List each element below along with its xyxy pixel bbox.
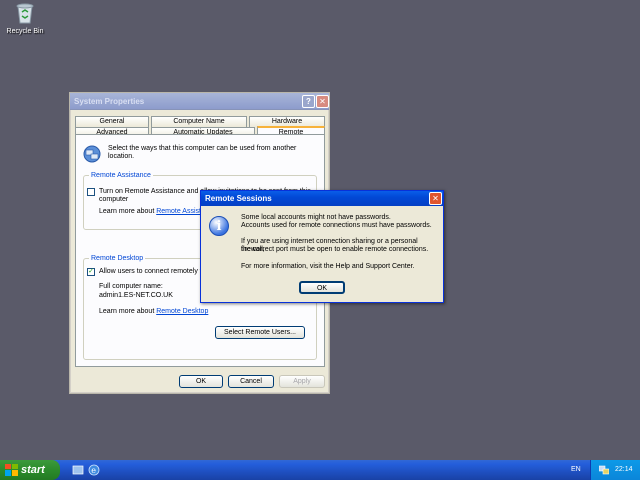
remote-sessions-titlebar[interactable]: Remote Sessions ✕ [201, 191, 443, 206]
remote-assistance-learn-more: Learn more about Remote Assistance [99, 208, 216, 216]
remote-assistance-checkbox[interactable] [87, 188, 95, 196]
tab-computer-name[interactable]: Computer Name [151, 116, 247, 127]
learn-more-prefix: Learn more about [99, 208, 157, 215]
recycle-bin-icon [16, 3, 34, 24]
svg-text:e: e [91, 466, 96, 475]
message-line: Accounts used for remote connections mus… [241, 222, 432, 229]
cancel-button[interactable]: Cancel [228, 375, 274, 388]
start-button[interactable]: start [0, 460, 60, 480]
language-indicator[interactable]: EN [571, 466, 581, 473]
remote-desktop-learn-more: Learn more about Remote Desktop [99, 308, 208, 316]
show-desktop-icon[interactable] [72, 464, 84, 476]
remote-assistance-label-line2: computer [99, 196, 129, 203]
message-line: For more information, visit the Help and… [241, 263, 415, 270]
remote-assistance-legend: Remote Assistance [91, 172, 151, 179]
full-computer-name-value: admin1.ES-NET.CO.UK [99, 292, 173, 299]
remote-computers-icon [83, 145, 101, 163]
full-computer-name-label: Full computer name: [99, 283, 163, 290]
ok-button[interactable]: OK [299, 281, 345, 294]
remote-sessions-title: Remote Sessions [205, 194, 272, 203]
system-properties-titlebar[interactable]: System Properties ? ✕ [70, 93, 329, 110]
close-button[interactable]: ✕ [429, 192, 442, 205]
apply-button: Apply [279, 375, 325, 388]
message-line: the correct port must be open to enable … [241, 246, 429, 253]
remote-desktop-link[interactable]: Remote Desktop [156, 308, 208, 315]
help-button[interactable]: ? [302, 95, 315, 108]
ok-button[interactable]: OK [179, 375, 223, 388]
internet-explorer-icon[interactable]: e [88, 464, 100, 476]
remote-desktop-legend: Remote Desktop [91, 255, 144, 262]
select-remote-users-button[interactable]: Select Remote Users... [215, 326, 305, 339]
remote-sessions-dialog: Remote Sessions ✕ i Some local accounts … [200, 190, 444, 303]
learn-more-prefix: Learn more about [99, 308, 157, 315]
recycle-bin-desktop-icon[interactable]: Recycle Bin [4, 2, 46, 35]
system-properties-title: System Properties [74, 97, 145, 106]
close-button[interactable]: ✕ [316, 95, 329, 108]
intro-text: Select the ways that this computer can b… [108, 145, 297, 160]
taskbar: start e EN 22:14 [0, 460, 640, 480]
tab-general[interactable]: General [75, 116, 149, 127]
network-icon[interactable] [599, 465, 609, 475]
clock[interactable]: 22:14 [615, 466, 633, 473]
recycle-bin-label: Recycle Bin [6, 28, 44, 35]
remote-desktop-checkbox[interactable]: ✓ [87, 268, 95, 276]
start-label: start [21, 464, 45, 476]
system-tray: 22:14 [590, 460, 640, 480]
information-icon: i [209, 216, 229, 236]
message-line: Some local accounts might not have passw… [241, 214, 391, 221]
windows-flag-icon [5, 464, 18, 476]
